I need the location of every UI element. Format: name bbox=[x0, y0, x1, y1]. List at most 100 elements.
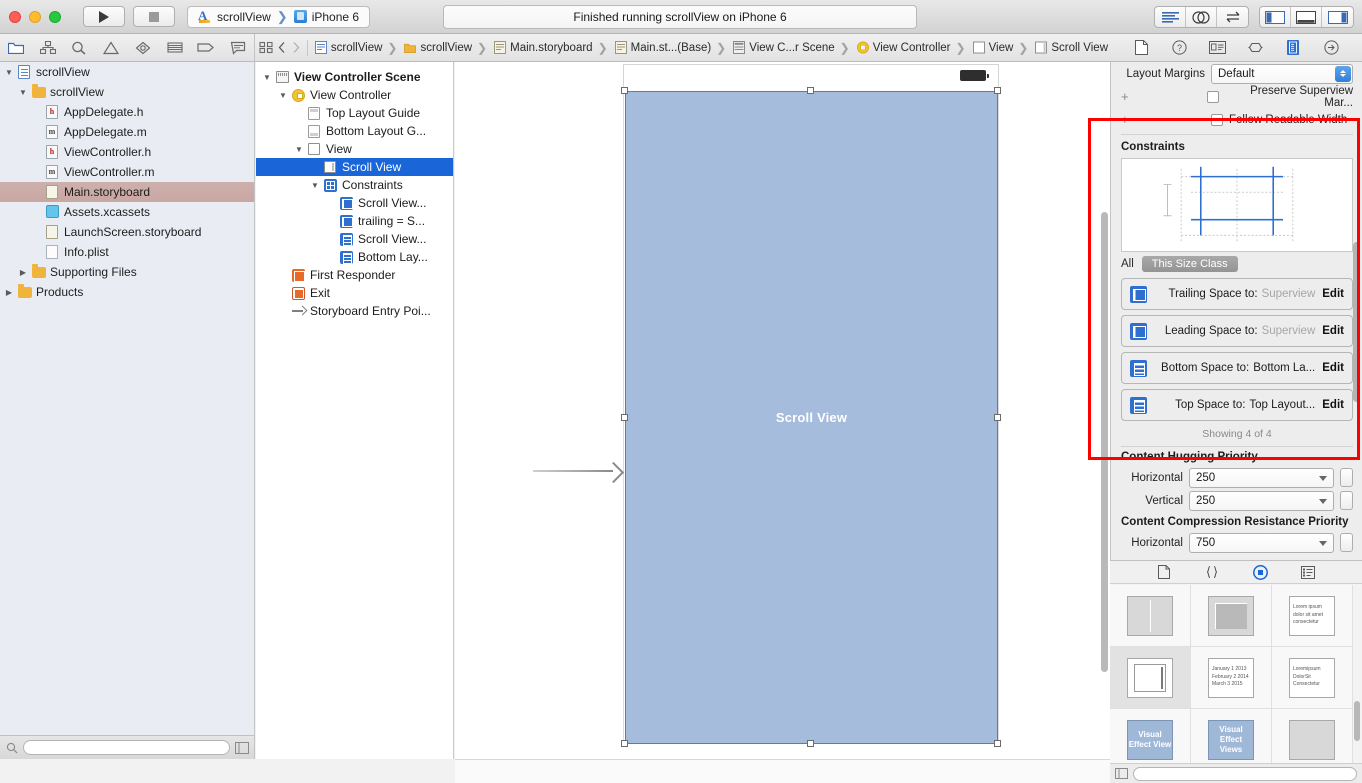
resize-handle-middle-right[interactable] bbox=[994, 414, 1001, 421]
close-window-button[interactable] bbox=[9, 10, 21, 23]
view-mode-icon[interactable] bbox=[1115, 768, 1128, 779]
inspector-vertical-scrollbar[interactable] bbox=[1353, 242, 1360, 402]
navigator-item[interactable]: ▼ scrollView bbox=[0, 62, 254, 82]
standard-editor-button[interactable] bbox=[1155, 7, 1186, 27]
resize-handle-bottom-left[interactable] bbox=[621, 740, 628, 747]
constraints-diagram[interactable] bbox=[1121, 158, 1353, 252]
scope-size-class-button[interactable]: This Size Class bbox=[1141, 256, 1238, 272]
outline-item[interactable]: Bottom Lay... bbox=[256, 248, 453, 266]
breadcrumb-item-scene[interactable]: View C...r Scene ❯ bbox=[731, 38, 853, 58]
disclosure-triangle-icon[interactable]: ▼ bbox=[310, 181, 320, 190]
outline-item[interactable]: Scroll View... bbox=[256, 230, 453, 248]
file-inspector-button[interactable] bbox=[1131, 39, 1151, 57]
constraint-row[interactable]: Top Space to: Top Layout... Edit bbox=[1121, 389, 1353, 421]
breadcrumb-item-group[interactable]: scrollView ❯ bbox=[402, 38, 490, 58]
navigator-item[interactable]: ▶ Supporting Files bbox=[0, 262, 254, 282]
go-forward-button[interactable] bbox=[290, 39, 302, 57]
disclosure-triangle-icon[interactable]: ▼ bbox=[18, 88, 28, 97]
quick-help-button[interactable]: ? bbox=[1169, 39, 1189, 57]
connections-inspector-button[interactable] bbox=[1321, 39, 1341, 57]
interface-builder-canvas[interactable]: Scroll View bbox=[455, 62, 1110, 759]
outline-item[interactable]: Scroll View bbox=[256, 158, 453, 176]
disclosure-triangle-icon[interactable]: ▼ bbox=[294, 145, 304, 154]
scope-all-label[interactable]: All bbox=[1121, 258, 1134, 270]
media-library-button[interactable] bbox=[1297, 564, 1319, 580]
add-margin-icon[interactable]: + bbox=[1121, 89, 1132, 104]
stop-button[interactable] bbox=[133, 6, 175, 27]
compression-horizontal-combo[interactable]: 750 bbox=[1189, 532, 1334, 553]
outline-item[interactable]: ▼ View Controller Scene bbox=[256, 68, 453, 86]
hugging-vertical-stepper[interactable] bbox=[1340, 491, 1353, 510]
navigator-item[interactable]: ▼ scrollView bbox=[0, 82, 254, 102]
library-vertical-scrollbar[interactable] bbox=[1354, 701, 1360, 741]
toggle-debug-area-button[interactable] bbox=[1291, 7, 1322, 27]
project-navigator[interactable]: ▼ scrollView ▼ scrollView h AppDelegate.h m App… bbox=[0, 62, 255, 759]
resize-handle-bottom-right[interactable] bbox=[994, 740, 1001, 747]
disclosure-triangle-icon[interactable]: ▶ bbox=[4, 288, 14, 297]
constraint-edit-button[interactable]: Edit bbox=[1322, 325, 1344, 337]
constraint-row[interactable]: Bottom Space to: Bottom La... Edit bbox=[1121, 352, 1353, 384]
issue-navigator-button[interactable] bbox=[101, 39, 121, 57]
constraint-row[interactable]: Trailing Space to: Superview Edit bbox=[1121, 278, 1353, 310]
navigator-item[interactable]: Main.storyboard bbox=[0, 182, 254, 202]
breadcrumb-item-storyboard[interactable]: Main.storyboard ❯ bbox=[492, 38, 611, 58]
resize-handle-top-right[interactable] bbox=[994, 87, 1001, 94]
disclosure-triangle-icon[interactable]: ▼ bbox=[278, 91, 288, 100]
outline-item[interactable]: Storyboard Entry Poi... bbox=[256, 302, 453, 320]
library-item[interactable] bbox=[1272, 709, 1353, 763]
library-item[interactable]: Loremipsum DolorSit Consectetur bbox=[1272, 647, 1353, 709]
outline-item[interactable]: Exit bbox=[256, 284, 453, 302]
constraint-row[interactable]: Leading Space to: Superview Edit bbox=[1121, 315, 1353, 347]
breadcrumb-item-project[interactable]: scrollView ❯ bbox=[313, 38, 401, 58]
navigator-item[interactable]: h ViewController.h bbox=[0, 142, 254, 162]
outline-item[interactable]: First Responder bbox=[256, 266, 453, 284]
disclosure-triangle-icon[interactable]: ▼ bbox=[4, 68, 14, 77]
source-control-navigator-button[interactable] bbox=[38, 39, 58, 57]
library-item[interactable]: January 1 2013 February 2 2014 March 3 2… bbox=[1191, 647, 1272, 709]
hugging-horizontal-stepper[interactable] bbox=[1340, 468, 1353, 487]
outline-item[interactable]: Scroll View... bbox=[256, 194, 453, 212]
outline-item[interactable]: ▼ View bbox=[256, 140, 453, 158]
compression-horizontal-stepper[interactable] bbox=[1340, 533, 1353, 552]
preserve-superview-checkbox[interactable] bbox=[1207, 90, 1220, 103]
library-item[interactable] bbox=[1110, 585, 1191, 647]
outline-item[interactable]: Bottom Layout G... bbox=[256, 122, 453, 140]
outline-item[interactable]: Top Layout Guide bbox=[256, 104, 453, 122]
navigator-item[interactable]: Info.plist bbox=[0, 242, 254, 262]
navigator-item[interactable]: m ViewController.m bbox=[0, 162, 254, 182]
constraint-edit-button[interactable]: Edit bbox=[1322, 399, 1344, 411]
hugging-vertical-combo[interactable]: 250 bbox=[1189, 490, 1334, 511]
breadcrumb-item-view-controller[interactable]: View Controller ❯ bbox=[855, 38, 969, 58]
related-items-button[interactable] bbox=[259, 39, 274, 57]
search-navigator-button[interactable] bbox=[69, 39, 89, 57]
canvas-vertical-scrollbar[interactable] bbox=[1101, 212, 1108, 672]
go-back-button[interactable] bbox=[276, 39, 288, 57]
navigator-item[interactable]: h AppDelegate.h bbox=[0, 102, 254, 122]
report-navigator-button[interactable] bbox=[228, 39, 248, 57]
assistant-editor-button[interactable] bbox=[1186, 7, 1217, 27]
resize-handle-bottom-center[interactable] bbox=[807, 740, 814, 747]
breadcrumb-item-scroll-view[interactable]: Scroll View bbox=[1033, 38, 1110, 58]
disclosure-triangle-icon[interactable]: ▶ bbox=[18, 268, 28, 277]
disclosure-triangle-icon[interactable]: ▼ bbox=[262, 73, 272, 82]
scroll-view-object[interactable]: Scroll View bbox=[625, 91, 998, 744]
follow-readable-checkbox[interactable] bbox=[1211, 113, 1223, 126]
navigator-item[interactable]: LaunchScreen.storyboard bbox=[0, 222, 254, 242]
identity-inspector-button[interactable] bbox=[1207, 39, 1227, 57]
version-editor-button[interactable] bbox=[1217, 7, 1248, 27]
breadcrumb-item-storyboard-base[interactable]: Main.st...(Base) ❯ bbox=[613, 38, 730, 58]
resize-handle-top-center[interactable] bbox=[807, 87, 814, 94]
toggle-navigator-button[interactable] bbox=[1260, 7, 1291, 27]
resize-handle-top-left[interactable] bbox=[621, 87, 628, 94]
navigator-item[interactable]: ▶ Products bbox=[0, 282, 254, 302]
constraint-edit-button[interactable]: Edit bbox=[1322, 362, 1344, 374]
toggle-utilities-button[interactable] bbox=[1322, 7, 1353, 27]
breadcrumb-item-view[interactable]: View ❯ bbox=[971, 38, 1032, 58]
outline-item[interactable]: ▼ View Controller bbox=[256, 86, 453, 104]
file-template-library-button[interactable] bbox=[1153, 564, 1175, 580]
library-item[interactable]: Visual Effect Views bbox=[1191, 709, 1272, 763]
outline-item[interactable]: ▼ Constraints bbox=[256, 176, 453, 194]
outline-item[interactable]: trailing = S... bbox=[256, 212, 453, 230]
layout-margins-popup[interactable]: Default bbox=[1211, 63, 1353, 84]
hugging-horizontal-combo[interactable]: 250 bbox=[1189, 467, 1334, 488]
